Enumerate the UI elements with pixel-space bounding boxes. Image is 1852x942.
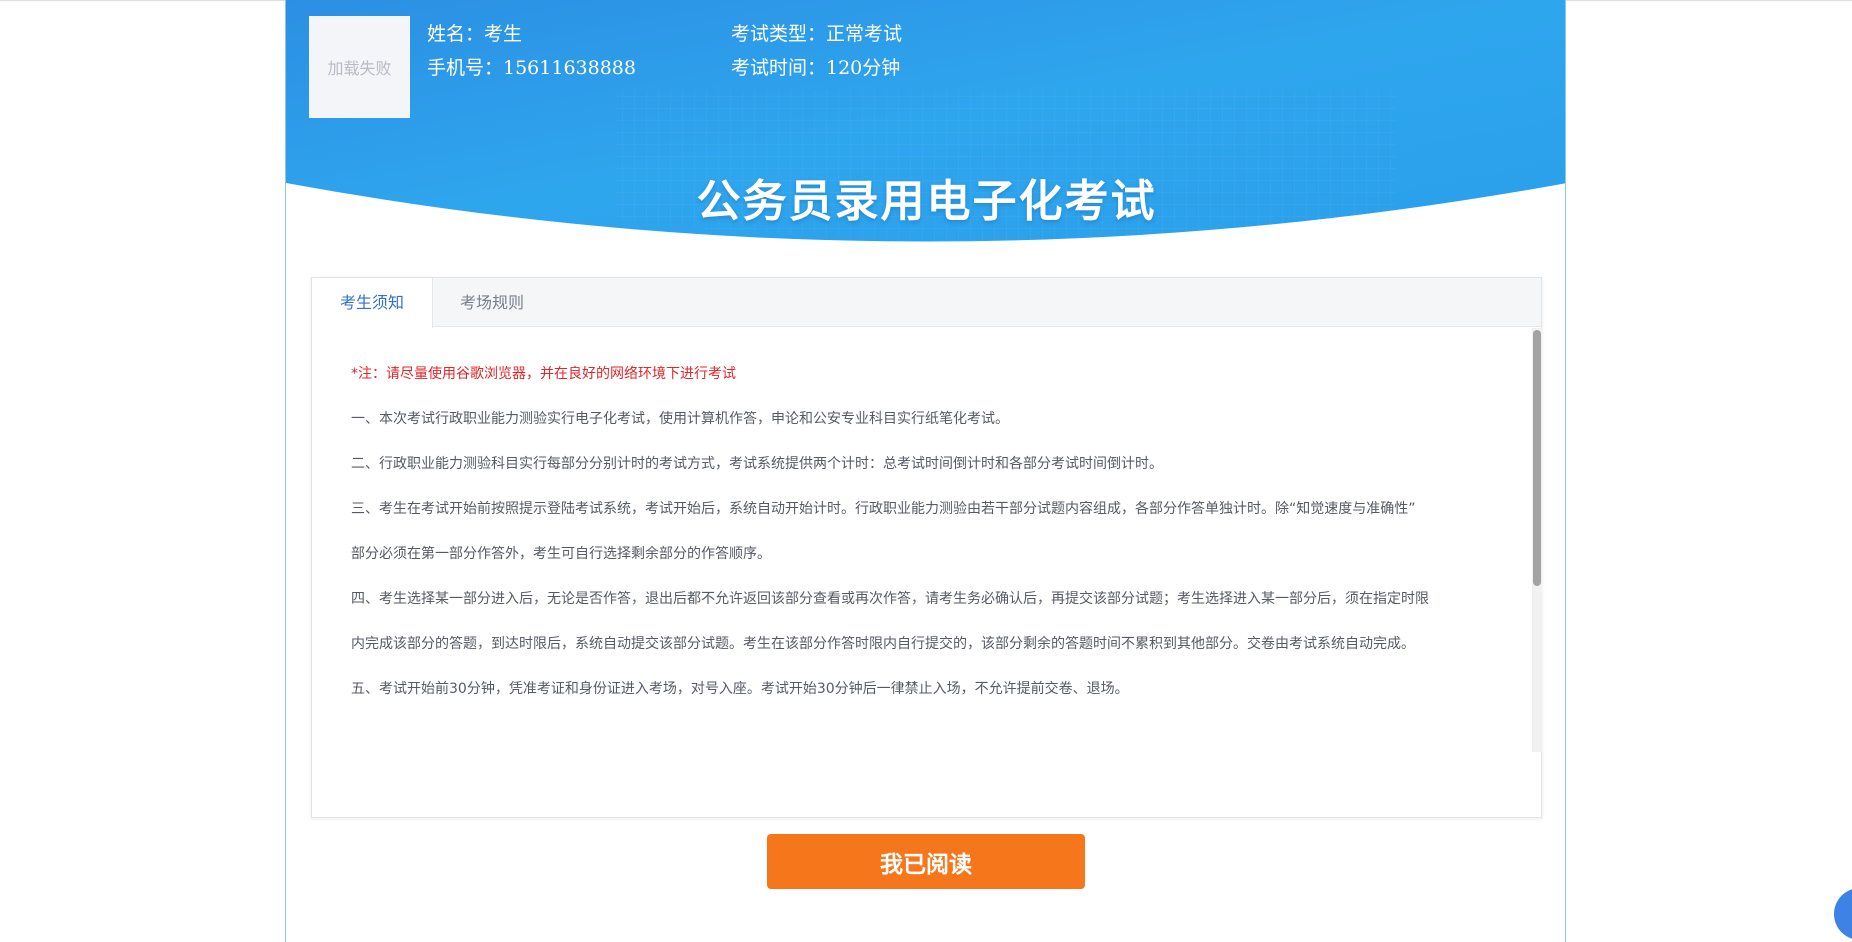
- exam-duration: 考试时间：120分钟: [731, 57, 901, 79]
- candidate-phone: 手机号：15611638888: [427, 57, 636, 79]
- notice-line: 内完成该部分的答题，到达时限后，系统自动提交该部分试题。考生在该部分作答时限内自…: [351, 636, 1415, 652]
- i-have-read-button[interactable]: 我已阅读: [767, 834, 1085, 889]
- scrollbar-thumb[interactable]: [1533, 330, 1541, 586]
- photo-load-failed-text: 加载失败: [327, 59, 392, 78]
- notice-line: 三、考生在考试开始前按照提示登陆考试系统，考试开始后，系统自动开始计时。行政职业…: [351, 501, 1416, 517]
- tab-exam-rules[interactable]: 考场规则: [432, 278, 552, 327]
- exam-type: 考试类型：正常考试: [731, 23, 903, 45]
- notice-content: *注：请尽量使用谷歌浏览器，并在良好的网络环境下进行考试 一、本次考试行政职业能…: [312, 327, 1524, 751]
- exam-title: 公务员录用电子化考试: [696, 176, 1157, 227]
- candidate-name: 姓名：考生: [427, 23, 523, 45]
- tab-bar: 考生须知 考场规则: [312, 278, 1541, 328]
- floating-help-button[interactable]: [1834, 888, 1852, 940]
- exam-page-container: 加载失败 姓名：考生 手机号：15611638888 考试类型：正常考试 考试时…: [285, 0, 1566, 942]
- candidate-photo: 加载失败: [309, 16, 410, 118]
- notice-line: 五、考试开始前30分钟，凭准考证和身份证进入考场，对号入座。考试开始30分钟后一…: [351, 681, 1129, 697]
- notice-panel: 考生须知 考场规则 *注：请尽量使用谷歌浏览器，并在良好的网络环境下进行考试 一…: [311, 277, 1542, 818]
- notice-line: 四、考生选择某一部分进入后，无论是否作答，退出后都不允许返回该部分查看或再次作答…: [351, 591, 1429, 607]
- notice-line: 部分必须在第一部分作答外，考生可自行选择剩余部分的作答顺序。: [351, 546, 771, 562]
- tab-candidate-notice[interactable]: 考生须知: [312, 278, 433, 328]
- notice-line: 一、本次考试行政职业能力测验实行电子化考试，使用计算机作答，申论和公安专业科目实…: [351, 411, 1009, 427]
- notice-browser-tip: *注：请尽量使用谷歌浏览器，并在良好的网络环境下进行考试: [351, 366, 736, 382]
- notice-line: 二、行政职业能力测验科目实行每部分分别计时的考试方式，考试系统提供两个计时：总考…: [351, 456, 1163, 472]
- notice-scrollbar[interactable]: [1532, 328, 1542, 752]
